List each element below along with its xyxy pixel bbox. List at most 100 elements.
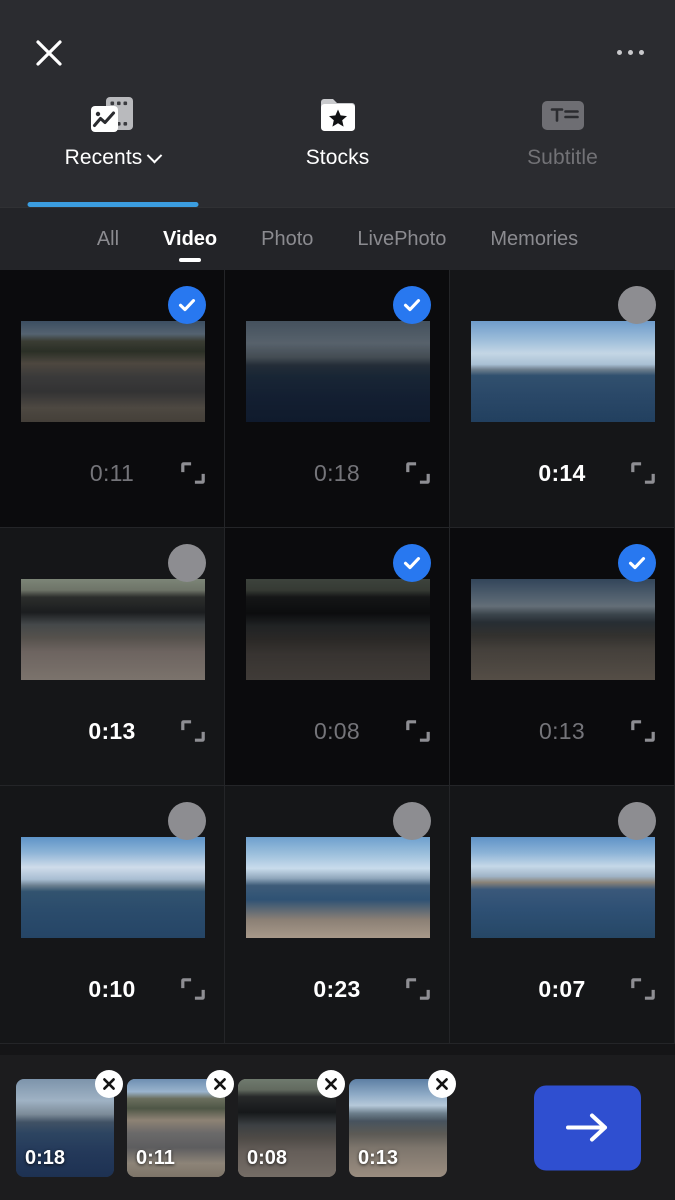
dot: [638, 49, 644, 55]
expand-button[interactable]: [181, 978, 205, 1000]
expand-icon: [631, 462, 655, 484]
media-picker-screen: Recents Stocks Subtitle All Video Photo …: [0, 0, 675, 1200]
close-icon: [436, 1077, 448, 1090]
select-circle-icon[interactable]: [393, 802, 431, 840]
expand-icon: [181, 978, 205, 1000]
folder-star-icon: [315, 92, 361, 138]
dot: [616, 49, 622, 55]
filter-tab-video[interactable]: Video: [141, 208, 239, 271]
media-thumbnail[interactable]: [246, 579, 430, 680]
media-grid-item[interactable]: 0:23: [225, 786, 450, 1044]
source-tab-label: Stocks: [306, 146, 370, 170]
check-icon[interactable]: [393, 544, 431, 582]
media-grid-item[interactable]: 0:18: [225, 270, 450, 528]
arrow-right-icon: [565, 1113, 607, 1142]
source-tab-stocks[interactable]: Stocks: [225, 90, 450, 207]
selected-clip-duration: 0:08: [247, 1146, 288, 1169]
selected-clip-duration: 0:18: [25, 1146, 66, 1169]
thumbnail-image: [21, 837, 205, 938]
filter-tab-all[interactable]: All: [75, 208, 141, 271]
media-thumbnail[interactable]: [21, 321, 205, 422]
filmstrip-photo-icon: [84, 92, 142, 138]
expand-button[interactable]: [406, 462, 430, 484]
selected-clip-duration: 0:13: [358, 1146, 399, 1169]
expand-icon: [406, 462, 430, 484]
filter-tab-photo[interactable]: Photo: [239, 208, 335, 271]
expand-button[interactable]: [181, 720, 205, 742]
remove-clip-button[interactable]: [317, 1069, 345, 1098]
source-tab-text: Subtitle: [527, 146, 598, 169]
subtitle-text-icon: [534, 92, 592, 138]
select-circle-icon[interactable]: [168, 802, 206, 840]
filter-tab-livephoto[interactable]: LivePhoto: [335, 208, 468, 271]
media-grid-item[interactable]: 0:14: [450, 270, 675, 528]
selected-clip-duration: 0:11: [136, 1146, 175, 1169]
dot: [627, 49, 633, 55]
media-grid-item[interactable]: 0:13: [0, 528, 225, 786]
expand-icon: [406, 978, 430, 1000]
filter-tab-memories[interactable]: Memories: [468, 208, 600, 271]
select-circle-icon[interactable]: [168, 544, 206, 582]
thumbnail-image: [246, 579, 430, 680]
media-thumbnail[interactable]: [21, 579, 205, 680]
source-tab-label: Subtitle: [527, 146, 598, 170]
thumbnail-image: [471, 579, 655, 680]
media-thumbnail[interactable]: [246, 321, 430, 422]
thumbnail-image: [471, 837, 655, 938]
active-tab-underline: [27, 202, 198, 207]
expand-icon: [406, 720, 430, 742]
thumbnail-image: [471, 321, 655, 422]
select-circle-icon[interactable]: [618, 286, 656, 324]
source-tab-text: Recents: [64, 146, 143, 169]
expand-button[interactable]: [406, 720, 430, 742]
check-icon[interactable]: [618, 544, 656, 582]
selected-clip[interactable]: 0:13: [349, 1069, 456, 1177]
expand-icon: [181, 720, 205, 742]
source-tab-recents[interactable]: Recents: [0, 90, 225, 207]
select-circle-icon[interactable]: [618, 802, 656, 840]
media-thumbnail[interactable]: [471, 837, 655, 938]
expand-button[interactable]: [631, 462, 655, 484]
next-button[interactable]: [534, 1085, 641, 1170]
check-icon[interactable]: [168, 286, 206, 324]
selected-clip[interactable]: 0:08: [238, 1069, 345, 1177]
chevron-down-icon[interactable]: [147, 147, 163, 163]
filter-tab-bar: All Video Photo LivePhoto Memories: [0, 207, 675, 270]
media-grid-item[interactable]: 0:10: [0, 786, 225, 1044]
media-thumbnail[interactable]: [471, 321, 655, 422]
media-thumbnail[interactable]: [471, 579, 655, 680]
media-grid-item[interactable]: 0:11: [0, 270, 225, 528]
media-thumbnail[interactable]: [246, 837, 430, 938]
media-grid-item[interactable]: 0:07: [450, 786, 675, 1044]
expand-icon: [631, 720, 655, 742]
thumbnail-image: [246, 837, 430, 938]
selected-clips-strip: 0:18 0:11 0:08 0:13: [16, 1069, 456, 1177]
source-tab-label: Recents: [64, 146, 163, 170]
media-grid-item[interactable]: 0:13: [450, 528, 675, 786]
selected-clip[interactable]: 0:18: [16, 1069, 123, 1177]
thumbnail-image: [246, 321, 430, 422]
more-options-icon[interactable]: [607, 40, 653, 64]
source-tab-subtitle[interactable]: Subtitle: [450, 90, 675, 207]
selected-clip[interactable]: 0:11: [127, 1069, 234, 1177]
close-icon: [214, 1077, 226, 1090]
thumbnail-image: [21, 321, 205, 422]
source-tab-bar: Recents Stocks Subtitle: [0, 90, 675, 207]
expand-icon: [631, 978, 655, 1000]
remove-clip-button[interactable]: [428, 1069, 456, 1098]
expand-button[interactable]: [406, 978, 430, 1000]
close-icon: [103, 1077, 115, 1090]
remove-clip-button[interactable]: [95, 1069, 123, 1098]
media-grid-item[interactable]: 0:08: [225, 528, 450, 786]
close-icon[interactable]: [30, 34, 68, 72]
source-tab-text: Stocks: [305, 146, 370, 169]
close-icon: [325, 1077, 337, 1090]
expand-button[interactable]: [631, 720, 655, 742]
remove-clip-button[interactable]: [206, 1069, 234, 1098]
selection-bar: 0:18 0:11 0:08 0:13: [0, 1055, 675, 1200]
expand-button[interactable]: [631, 978, 655, 1000]
media-thumbnail[interactable]: [21, 837, 205, 938]
expand-button[interactable]: [181, 462, 205, 484]
media-grid: 0:11 0:18 0:14 0:13 0:08 0:13 0:10 0:23 0:07: [0, 270, 675, 1055]
check-icon[interactable]: [393, 286, 431, 324]
